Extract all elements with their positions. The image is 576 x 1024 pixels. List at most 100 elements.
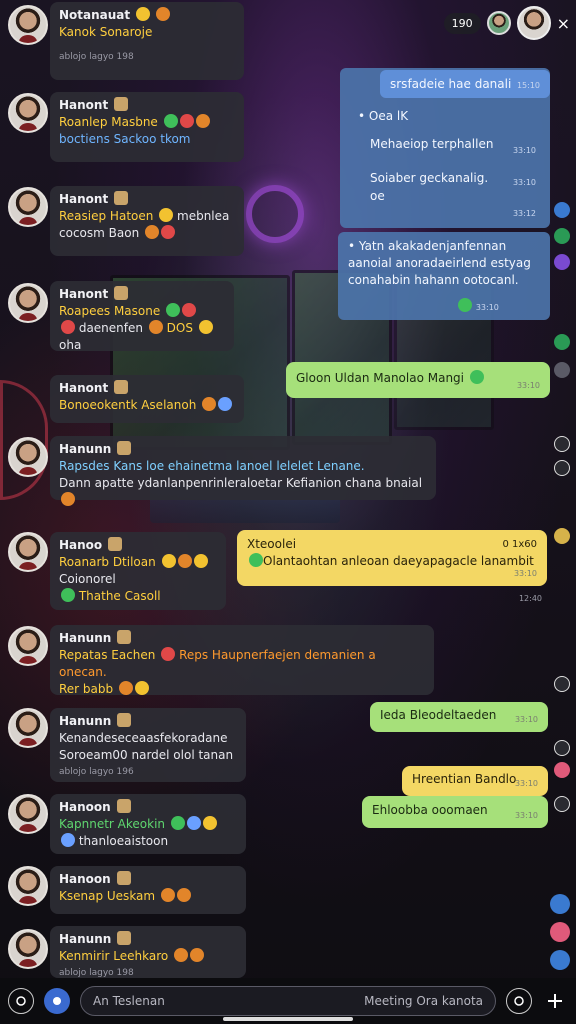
emoji-icon — [469, 370, 484, 384]
message-bubble-10[interactable]: Hanoon Kapnnetr Akeokin thanloeaistoon — [50, 794, 246, 854]
side-action-icon[interactable] — [554, 228, 570, 244]
sender-name: Hanunn — [59, 714, 112, 728]
side-action-icon[interactable] — [554, 762, 570, 778]
sender-name: Hanont — [59, 381, 109, 395]
avatar[interactable] — [8, 5, 48, 45]
message-input-hint: Meeting Ora kanota — [364, 994, 483, 1008]
avatar[interactable] — [8, 187, 48, 227]
side-action-icon[interactable] — [554, 460, 570, 476]
outgoing-blue-message[interactable]: srsfadeie hae danali 15:10 • Oea lK Meha… — [340, 68, 550, 228]
outgoing-yellow-message-2[interactable]: Hreentian Bandlo 33:10 — [402, 766, 548, 796]
message-header-meta: 0 1x60 — [502, 539, 537, 550]
message-input-placeholder: An Teslenan — [93, 994, 165, 1008]
message-line: daenenfen — [78, 321, 143, 335]
message-line: oha — [59, 338, 82, 352]
sender-name: Hanoon — [59, 800, 111, 814]
message-bubble-2[interactable]: Hanont Roanlep Masbne boctiens Sackoo tk… — [50, 92, 244, 162]
message-bubble-7[interactable]: Hanoo Roanarb Dtiloan Coionorel Thathe C… — [50, 532, 226, 610]
message-bubble-1[interactable]: Notanauat Kanok Sonaroje ablojo lagyo 19… — [50, 2, 244, 80]
participant-counter[interactable]: 190 — [443, 12, 481, 34]
emoji-icon — [177, 554, 192, 568]
badge-emoji-icon — [114, 97, 129, 111]
message-text: Hreentian Bandlo — [412, 772, 517, 786]
smile-emoji-icon — [135, 7, 150, 21]
side-action-icon[interactable] — [554, 528, 570, 544]
emoji-icon — [61, 833, 75, 847]
side-action-icon[interactable] — [550, 922, 570, 942]
timestamp: 33:10 — [512, 146, 536, 155]
side-action-icon[interactable] — [554, 254, 570, 270]
message-text: Gloon Uldan Manolao Mangi — [296, 371, 465, 385]
badge-emoji-icon — [117, 713, 132, 727]
timestamp: 33:12 — [512, 209, 536, 218]
badge-emoji-icon — [114, 380, 129, 394]
outgoing-green-message-3[interactable]: Ehloobba ooomaen 33:10 — [362, 796, 548, 828]
emoji-icon — [161, 554, 176, 568]
emoji-icon — [170, 816, 185, 830]
message-bubble-9[interactable]: Hanunn Kenandeseceaasfekoradane Soroeam0… — [50, 708, 246, 782]
sender-name: Hanoo — [59, 538, 103, 552]
side-action-icon[interactable] — [554, 436, 570, 452]
outgoing-yellow-message[interactable]: Xteoolei 0 1x60 Olantaohtan anleoan daey… — [237, 530, 547, 586]
add-icon[interactable] — [542, 988, 568, 1014]
message-bubble-6[interactable]: Hanunn Rapsdes Kans loe ehainetma lanoel… — [50, 436, 436, 506]
message-line: Roapees Masone — [59, 304, 161, 318]
avatar[interactable] — [8, 437, 48, 477]
outgoing-blue-message-2[interactable]: • Yatn akakadenjanfennan aanoial anorada… — [338, 232, 550, 320]
avatar[interactable] — [8, 93, 48, 133]
side-action-icon[interactable] — [554, 676, 570, 692]
message-bubble-8[interactable]: Hanunn Repatas Eachen Reps Haupnerfaejen… — [50, 625, 434, 696]
message-line: Kanok Sonaroje — [59, 25, 153, 39]
side-action-icon[interactable] — [554, 740, 570, 756]
message-bubble-5[interactable]: Hanont Bonoeokentk Aselanoh — [50, 375, 244, 423]
mini-avatar[interactable] — [486, 11, 511, 35]
message-input[interactable]: An Teslenan Meeting Ora kanota — [80, 986, 496, 1016]
attach-icon[interactable] — [44, 988, 70, 1014]
emoji-icon — [145, 225, 159, 239]
message-meta: ablojo lagyo 198 — [59, 52, 134, 62]
sender-name: Notanauat — [59, 8, 131, 22]
avatar[interactable] — [8, 283, 48, 323]
side-action-icon[interactable] — [554, 334, 570, 350]
avatar[interactable] — [8, 626, 48, 666]
outgoing-green-message-2[interactable]: Ieda Bleodeltaeden 33:10 — [370, 702, 548, 732]
camera-icon[interactable] — [8, 988, 34, 1014]
fire-emoji-icon — [155, 7, 170, 21]
message-meta: ablojo lagyo 196 — [59, 767, 134, 777]
emoji-icon — [161, 647, 176, 661]
side-action-icon[interactable] — [554, 202, 570, 218]
side-action-icon[interactable] — [554, 796, 570, 812]
close-icon[interactable]: × — [557, 14, 570, 33]
avatar[interactable] — [8, 708, 48, 748]
emoji-icon — [202, 397, 217, 411]
avatar[interactable] — [8, 794, 48, 834]
emoji-icon — [166, 303, 181, 317]
side-action-icon[interactable] — [554, 362, 570, 378]
message-line: Soiaber geckanalig. — [370, 171, 489, 185]
emoji-icon — [179, 114, 194, 128]
emoji-picker-icon[interactable] — [506, 988, 532, 1014]
avatar[interactable] — [8, 532, 48, 572]
message-bubble-12[interactable]: Hanunn Kenmirir Leehkaro ablojo lagyo 19… — [50, 926, 246, 978]
emoji-icon — [176, 888, 191, 902]
badge-emoji-icon — [117, 931, 132, 945]
message-bubble-4[interactable]: Hanont Roapees Masone daenenfen DOS oha — [50, 281, 234, 352]
outgoing-green-message[interactable]: Gloon Uldan Manolao Mangi 33:10 — [286, 362, 550, 398]
profile-avatar[interactable] — [516, 6, 551, 40]
message-bubble-3[interactable]: Hanont Reasiep Hatoen mebnlea cocosm Bao… — [50, 186, 244, 256]
avatar[interactable] — [8, 866, 48, 906]
message-line: Rapsdes Kans loe ehainetma lanoel lelele… — [59, 459, 365, 473]
emoji-icon — [186, 816, 201, 830]
timestamp: 33:10 — [516, 381, 540, 390]
message-bubble-11[interactable]: Hanoon Ksenap Ueskam — [50, 866, 246, 914]
badge-emoji-icon — [117, 441, 132, 455]
message-line: Bonoeokentk Aselanoh — [59, 398, 197, 412]
message-line: Roanarb Dtiloan — [59, 555, 156, 569]
avatar[interactable] — [8, 929, 48, 969]
side-action-icon[interactable] — [550, 950, 570, 970]
side-action-icon[interactable] — [550, 894, 570, 914]
message-line: Thathe Casoll — [78, 589, 161, 603]
sender-name: Hanont — [59, 98, 109, 112]
message-line: Soroeam00 nardel olol tanan — [59, 748, 234, 762]
emoji-icon — [198, 320, 213, 334]
